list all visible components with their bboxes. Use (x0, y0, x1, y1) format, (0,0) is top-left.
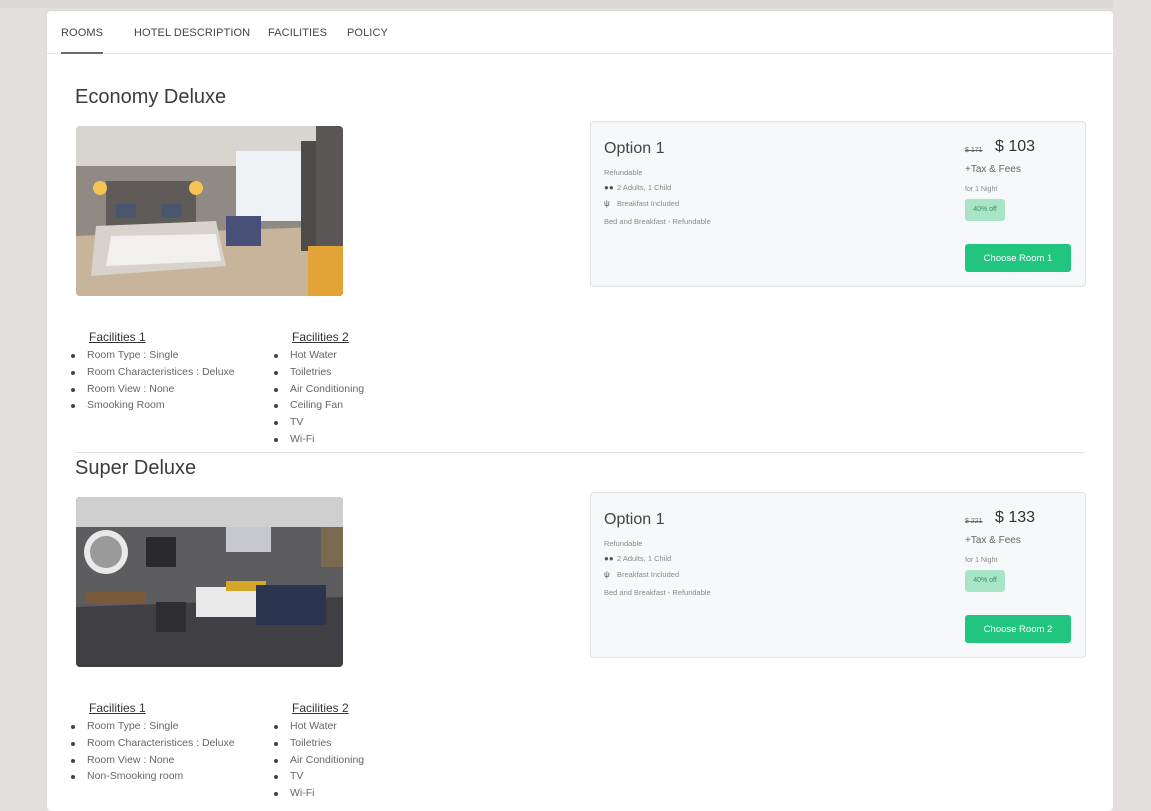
list-item: Toiletries (274, 364, 364, 381)
page-top-strip (0, 0, 1151, 8)
guests-text: 2 Adults, 1 Child (617, 554, 672, 563)
list-item: Non-Smooking room (71, 768, 235, 785)
list-item: Room Characteristices : Deluxe (71, 364, 235, 381)
meal-plan: Bed and Breakfast - Refundable (604, 588, 711, 597)
price: $ 103 (995, 138, 1036, 155)
list-item: Air Conditioning (274, 752, 364, 769)
refundable-label: Refundable (604, 168, 643, 177)
tab-hotel-description[interactable]: HOTEL DESCRIPTION (134, 11, 250, 53)
hotel-panel: ROOMS HOTEL DESCRIPTION FACILITIES POLIC… (47, 11, 1113, 811)
breakfast-info: ψ Breakfast Included (604, 199, 679, 208)
guests-info: ●● 2 Adults, 1 Child (604, 183, 671, 192)
old-price: $ 171 (965, 147, 983, 154)
list-item: TV (274, 414, 364, 431)
cutlery-icon: ψ (604, 199, 610, 208)
guests-info: ●● 2 Adults, 1 Child (604, 554, 671, 563)
facilities-1-heading: Facilities 1 (89, 330, 146, 344)
room-photo-image (76, 497, 343, 667)
list-item: Room Type : Single (71, 718, 235, 735)
price: $ 133 (995, 509, 1036, 526)
users-icon: ●● (604, 183, 614, 192)
list-item: Smooking Room (71, 397, 235, 414)
tab-facilities[interactable]: FACILITIES (268, 11, 327, 53)
option-title: Option 1 (604, 511, 665, 528)
cutlery-icon: ψ (604, 570, 610, 579)
facilities-2-list: Hot Water Toiletries Air Conditioning Ce… (274, 347, 364, 448)
facilities-1: Facilities 1 Room Type : Single Room Cha… (71, 700, 235, 785)
nights-label: for 1 Night (965, 557, 998, 564)
facilities-1-list: Room Type : Single Room Characteristices… (71, 347, 235, 414)
breakfast-text: Breakfast Included (617, 570, 680, 579)
facilities-2: Facilities 2 Hot Water Toiletries Air Co… (274, 329, 364, 448)
guests-text: 2 Adults, 1 Child (617, 183, 672, 192)
room-divider (75, 452, 1084, 453)
room-title: Economy Deluxe (75, 86, 227, 108)
room-option-card: Option 1 Refundable ●● 2 Adults, 1 Child … (590, 121, 1086, 287)
room-photo (76, 126, 343, 296)
tab-bar: ROOMS HOTEL DESCRIPTION FACILITIES POLIC… (47, 11, 1113, 54)
list-item: Hot Water (274, 347, 364, 364)
facilities-1-heading: Facilities 1 (89, 701, 146, 715)
list-item: Air Conditioning (274, 381, 364, 398)
facilities-1-list: Room Type : Single Room Characteristices… (71, 718, 235, 785)
room-title: Super Deluxe (75, 457, 197, 479)
nights-label: for 1 Night (965, 186, 998, 193)
list-item: Wi-Fi (274, 785, 364, 802)
list-item: Ceiling Fan (274, 397, 364, 414)
list-item: TV (274, 768, 364, 785)
facilities-2-list: Hot Water Toiletries Air Conditioning TV… (274, 718, 364, 802)
list-item: Toiletries (274, 735, 364, 752)
list-item: Room View : None (71, 752, 235, 769)
list-item: Room Type : Single (71, 347, 235, 364)
room-option-card: Option 1 Refundable ●● 2 Adults, 1 Child … (590, 492, 1086, 658)
users-icon: ●● (604, 554, 614, 563)
breakfast-info: ψ Breakfast Included (604, 570, 679, 579)
meal-plan: Bed and Breakfast - Refundable (604, 217, 711, 226)
choose-room-1-button[interactable]: Choose Room 1 (965, 244, 1071, 272)
room-photo (76, 497, 343, 667)
tab-rooms[interactable]: ROOMS (61, 11, 104, 54)
list-item: Room View : None (71, 381, 235, 398)
breakfast-text: Breakfast Included (617, 199, 680, 208)
refundable-label: Refundable (604, 539, 643, 548)
choose-room-2-button[interactable]: Choose Room 2 (965, 615, 1071, 643)
tax-label: +Tax & Fees (965, 535, 1021, 546)
tab-policy[interactable]: POLICY (347, 11, 388, 53)
facilities-2-heading: Facilities 2 (292, 330, 349, 344)
page-right-strip (1113, 0, 1151, 799)
facilities-2: Facilities 2 Hot Water Toiletries Air Co… (274, 700, 364, 802)
room-photo-image (76, 126, 343, 296)
list-item: Wi-Fi (274, 431, 364, 448)
discount-badge: 40% off (965, 570, 1005, 592)
list-item: Hot Water (274, 718, 364, 735)
tax-label: +Tax & Fees (965, 164, 1021, 175)
discount-badge: 40% off (965, 199, 1005, 221)
facilities-1: Facilities 1 Room Type : Single Room Cha… (71, 329, 235, 414)
facilities-2-heading: Facilities 2 (292, 701, 349, 715)
option-title: Option 1 (604, 140, 665, 157)
old-price: $ 221 (965, 518, 983, 525)
list-item: Room Characteristices : Deluxe (71, 735, 235, 752)
